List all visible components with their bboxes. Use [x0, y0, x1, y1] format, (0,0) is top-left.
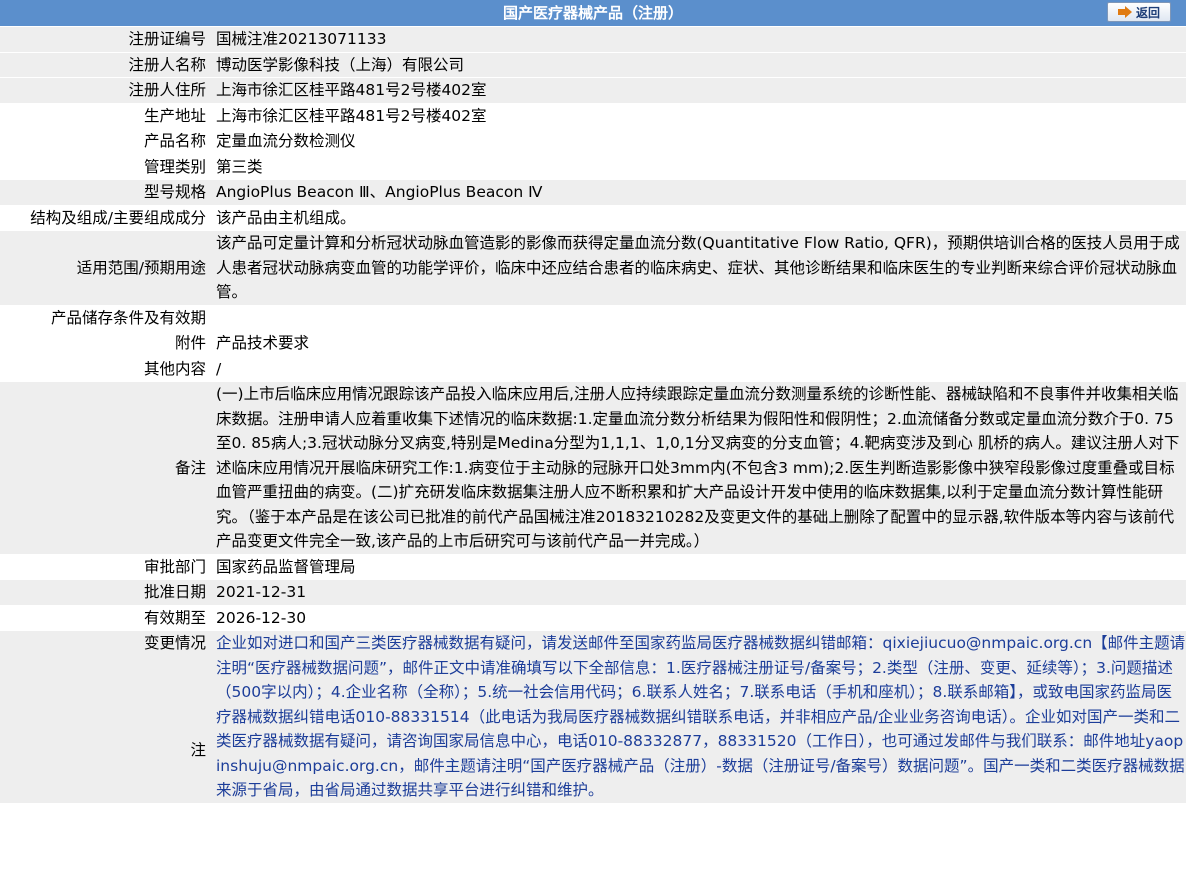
field-label: 变更情况 注: [0, 630, 210, 804]
row-approval-dept: 审批部门 国家药品监督管理局: [0, 554, 1186, 580]
field-value: 博动医学影像科技（上海）有限公司: [210, 52, 1186, 78]
changes-label: 变更情况: [143, 634, 206, 652]
row-valid-until: 有效期至 2026-12-30: [0, 605, 1186, 631]
row-reg-no: 注册证编号 国械注准20213071133: [0, 27, 1186, 53]
page: 国产医疗器械产品（注册） 返回 注册证编号 国械注准20213071133 注册…: [0, 0, 1186, 880]
field-label: 其他内容: [0, 356, 210, 382]
row-product-name: 产品名称 定量血流分数检测仪: [0, 128, 1186, 155]
field-value: 上海市徐汇区桂平路481号2号楼402室: [210, 103, 1186, 129]
field-value: 国械注准20213071133: [210, 27, 1186, 53]
field-label: 型号规格: [0, 179, 210, 206]
field-label: 结构及组成/主要组成成分: [0, 205, 210, 231]
back-button-label: 返回: [1135, 5, 1160, 20]
row-storage: 产品储存条件及有效期: [0, 305, 1186, 331]
field-value: 该产品由主机组成。: [210, 205, 1186, 231]
field-value: 2026-12-30: [210, 605, 1186, 631]
field-value: 上海市徐汇区桂平路481号2号楼402室: [210, 77, 1186, 104]
field-label: 附件: [0, 330, 210, 357]
arrow-right-icon: [1117, 6, 1132, 18]
field-label: 管理类别: [0, 154, 210, 180]
row-category: 管理类别 第三类: [0, 154, 1186, 180]
field-label: 产品名称: [0, 128, 210, 155]
field-label: 备注: [0, 381, 210, 555]
field-value: 定量血流分数检测仪: [210, 128, 1186, 155]
row-structure: 结构及组成/主要组成成分 该产品由主机组成。: [0, 205, 1186, 231]
detail-table: 注册证编号 国械注准20213071133 注册人名称 博动医学影像科技（上海）…: [0, 27, 1186, 804]
field-label: 有效期至: [0, 605, 210, 631]
row-attachment: 附件 产品技术要求: [0, 330, 1186, 357]
field-label: 注册人住所: [0, 77, 210, 104]
back-button[interactable]: 返回: [1107, 2, 1171, 22]
row-registrant: 注册人名称 博动医学影像科技（上海）有限公司: [0, 52, 1186, 78]
field-value: 该产品可定量计算和分析冠状动脉血管造影的影像而获得定量血流分数(Quantita…: [210, 230, 1186, 306]
note-label: 注: [190, 740, 206, 759]
field-value: 产品技术要求: [210, 330, 1186, 357]
label-spacer: [0, 656, 206, 738]
field-label: 注册人名称: [0, 52, 210, 78]
row-other: 其他内容 /: [0, 356, 1186, 382]
field-label: 产品储存条件及有效期: [0, 305, 210, 331]
field-label: 生产地址: [0, 103, 210, 129]
field-value: (一)上市后临床应用情况跟踪该产品投入临床应用后,注册人应持续跟踪定量血流分数测…: [210, 381, 1186, 555]
row-registrant-address: 注册人住所 上海市徐汇区桂平路481号2号楼402室: [0, 77, 1186, 104]
field-label: 审批部门: [0, 554, 210, 580]
page-title: 国产医疗器械产品（注册）: [502, 4, 683, 22]
field-value: 国家药品监督管理局: [210, 554, 1186, 580]
row-intended-use: 适用范围/预期用途 该产品可定量计算和分析冠状动脉血管造影的影像而获得定量血流分…: [0, 230, 1186, 306]
row-approval-date: 批准日期 2021-12-31: [0, 579, 1186, 606]
note-value: 企业如对进口和国产三类医疗器械数据有疑问，请发送邮件至国家药监局医疗器械数据纠错…: [210, 630, 1186, 804]
row-changes-note: 变更情况 注 企业如对进口和国产三类医疗器械数据有疑问，请发送邮件至国家药监局医…: [0, 630, 1186, 804]
field-label: 批准日期: [0, 579, 210, 606]
field-value: [210, 305, 1186, 331]
title-bar: 国产医疗器械产品（注册） 返回: [0, 0, 1186, 27]
field-label: 适用范围/预期用途: [0, 230, 210, 306]
field-value: /: [210, 356, 1186, 382]
field-label: 注册证编号: [0, 27, 210, 53]
field-value: AngioPlus Beacon Ⅲ、AngioPlus Beacon Ⅳ: [210, 179, 1186, 206]
row-model: 型号规格 AngioPlus Beacon Ⅲ、AngioPlus Beacon…: [0, 179, 1186, 206]
row-production-address: 生产地址 上海市徐汇区桂平路481号2号楼402室: [0, 103, 1186, 129]
field-value: 2021-12-31: [210, 579, 1186, 606]
row-remarks: 备注 (一)上市后临床应用情况跟踪该产品投入临床应用后,注册人应持续跟踪定量血流…: [0, 381, 1186, 555]
field-value: 第三类: [210, 154, 1186, 180]
note-text: 企业如对进口和国产三类医疗器械数据有疑问，请发送邮件至国家药监局医疗器械数据纠错…: [216, 634, 1186, 799]
